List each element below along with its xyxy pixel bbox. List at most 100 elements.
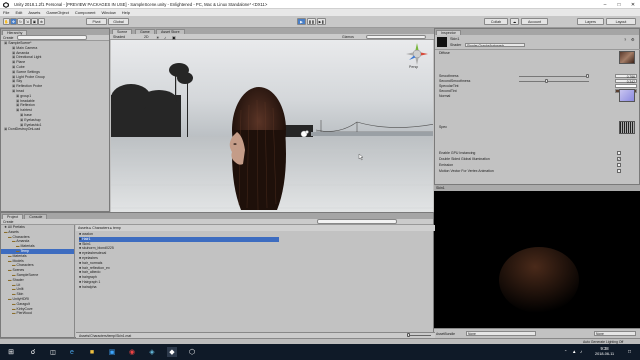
shader-dropdown[interactable]: Shader Graphs/hairgraph	[465, 42, 525, 47]
smoothness-value-input[interactable]: 0.766	[615, 73, 637, 79]
task-view-icon[interactable]: ◫	[48, 347, 58, 357]
breadcrumb-assets[interactable]: Assets	[78, 226, 89, 230]
menu-window[interactable]: Window	[99, 9, 119, 16]
chrome-icon[interactable]: ◉	[127, 347, 137, 357]
transform-tool-button[interactable]: ⊕	[38, 18, 45, 25]
second-smoothness-slider[interactable]	[519, 80, 589, 82]
2d-toggle[interactable]: 2D	[144, 35, 148, 39]
diffuse-texture-thumb[interactable]	[619, 51, 635, 64]
breadcrumb-characters[interactable]: Characters	[92, 226, 109, 230]
menu-assets[interactable]: Assets	[25, 9, 43, 16]
smoothness-slider-handle[interactable]	[586, 74, 589, 78]
cloud-button[interactable]: ☁	[510, 18, 519, 25]
global-toggle[interactable]: Global	[108, 18, 129, 25]
store-icon[interactable]: ▣	[107, 347, 117, 357]
rect-tool-button[interactable]: ▣	[31, 18, 38, 25]
assetbundle-name-dropdown[interactable]: None	[466, 331, 536, 336]
project-search-input[interactable]	[316, 219, 397, 224]
hierarchy-create-button[interactable]: Create	[3, 36, 14, 40]
specular-tint-color-field[interactable]	[615, 84, 637, 88]
folder-item-label: Amanda	[16, 239, 30, 244]
hierarchy-item[interactable]: ▣ DontDestroyOnLoad	[1, 127, 109, 132]
gpu-instancing-checkbox[interactable]	[617, 151, 621, 155]
folder-item-label: SampleScene	[16, 272, 39, 277]
icon-size-slider[interactable]	[409, 334, 431, 336]
tab-inspector[interactable]: Inspector	[436, 29, 461, 35]
lighting-toggle-icon[interactable]: ☀	[156, 35, 160, 40]
motion-vector-checkbox[interactable]	[617, 169, 621, 173]
menu-file[interactable]: File	[0, 9, 12, 16]
cloud-icon: ☁	[512, 19, 517, 24]
assetbundle-variant-dropdown[interactable]: None	[594, 331, 636, 336]
effects-toggle-icon[interactable]: ▣	[172, 35, 176, 40]
tab-console[interactable]: Console	[24, 213, 48, 219]
menu-help[interactable]: Help	[119, 9, 133, 16]
layers-dropdown[interactable]: Layers	[577, 18, 604, 25]
material-preview-panel[interactable]: Skin1 AssetBundle None None	[434, 185, 640, 337]
notification-icon[interactable]: □	[628, 349, 631, 355]
edge-browser-icon[interactable]: e	[67, 347, 77, 357]
breadcrumb-temp[interactable]: temp	[113, 226, 121, 230]
inspector-help-icon[interactable]: ?	[624, 37, 626, 42]
account-dropdown[interactable]: Account	[521, 18, 548, 25]
file-explorer-icon[interactable]: ■	[87, 347, 97, 357]
preview-sphere-render	[499, 247, 579, 313]
step-button[interactable]: ▶❚	[317, 18, 326, 25]
tab-hierarchy[interactable]: Hierarchy	[2, 29, 28, 35]
unity-taskbar-icon[interactable]: ◆	[167, 347, 177, 357]
maximize-button[interactable]: □	[612, 0, 626, 9]
view-projection-label[interactable]: Persp	[409, 65, 418, 69]
hierarchy-item-label: SampleScene*	[8, 41, 32, 45]
pause-button[interactable]: ❚❚	[307, 18, 316, 25]
menu-gameobject[interactable]: GameObject	[43, 9, 71, 16]
move-tool-button[interactable]: ✥	[10, 18, 17, 25]
scene-viewport[interactable]: Persp	[111, 40, 433, 212]
folder-item-label: Materials	[12, 253, 27, 258]
hand-tool-button[interactable]: ✋	[3, 18, 10, 25]
app-icon[interactable]: ◈	[147, 347, 157, 357]
search-icon[interactable]: ☌	[28, 347, 38, 357]
unity-hub-taskbar-icon[interactable]: ⬡	[187, 347, 197, 357]
hierarchy-search-input[interactable]	[16, 35, 87, 40]
double-sided-gi-checkbox[interactable]: ✓	[617, 157, 621, 161]
shading-mode-dropdown[interactable]: Shaded	[113, 35, 125, 39]
asset-item-label: Hair1	[82, 236, 91, 241]
asset-item-label: hair_normals	[82, 260, 103, 265]
scale-tool-button[interactable]: ⇲	[24, 18, 31, 25]
normal-texture-thumb[interactable]	[619, 89, 635, 102]
play-button[interactable]: ▶	[297, 18, 306, 25]
rotate-tool-button[interactable]: ↻	[17, 18, 24, 25]
volume-icon[interactable]: ♪	[580, 349, 582, 354]
project-create-button[interactable]: Create	[3, 220, 14, 224]
audio-toggle-icon[interactable]: ♪	[164, 35, 166, 40]
tab-project[interactable]: Project	[2, 213, 24, 219]
emission-checkbox[interactable]	[617, 163, 621, 167]
scene-search-input[interactable]	[366, 34, 426, 40]
asset-item[interactable]: ■ hairalpha	[79, 285, 279, 290]
tray-chevron-icon[interactable]: ⌃	[564, 349, 567, 354]
menu-edit[interactable]: Edit	[12, 9, 25, 16]
scene-orientation-gizmo-icon[interactable]	[405, 42, 429, 66]
network-icon[interactable]: ▲	[572, 349, 576, 354]
windows-start-icon[interactable]: ⊞	[6, 347, 16, 357]
second-smoothness-slider-handle[interactable]	[545, 79, 548, 83]
spec-texture-thumb[interactable]	[619, 121, 635, 134]
menu-component[interactable]: Component	[72, 9, 99, 16]
collab-button[interactable]: Collab	[484, 18, 508, 25]
second-smoothness-value-input[interactable]: 0.342	[615, 78, 637, 84]
pivot-toggle[interactable]: Pivot	[86, 18, 107, 25]
gizmos-dropdown[interactable]: Gizmos	[342, 35, 354, 39]
shader-label: Shader	[450, 43, 462, 47]
minimize-icon: –	[603, 1, 607, 8]
hierarchy-item-label: Amanda	[16, 50, 30, 55]
icon-size-slider-handle[interactable]	[407, 333, 410, 337]
field-label-specular-tint: SpecularTint	[439, 84, 459, 88]
smoothness-slider[interactable]	[519, 75, 589, 77]
layout-dropdown[interactable]: Layout	[606, 18, 636, 25]
clock[interactable]: 9:38 2018-06-11	[595, 346, 614, 357]
folder-item[interactable]: ▬ PierWood	[1, 311, 74, 316]
inspector-settings-icon[interactable]: ⚙	[631, 37, 635, 42]
assetbundle-bar: AssetBundle None None	[434, 328, 640, 337]
close-button[interactable]: ✕	[626, 0, 640, 9]
minimize-button[interactable]: –	[598, 0, 612, 9]
